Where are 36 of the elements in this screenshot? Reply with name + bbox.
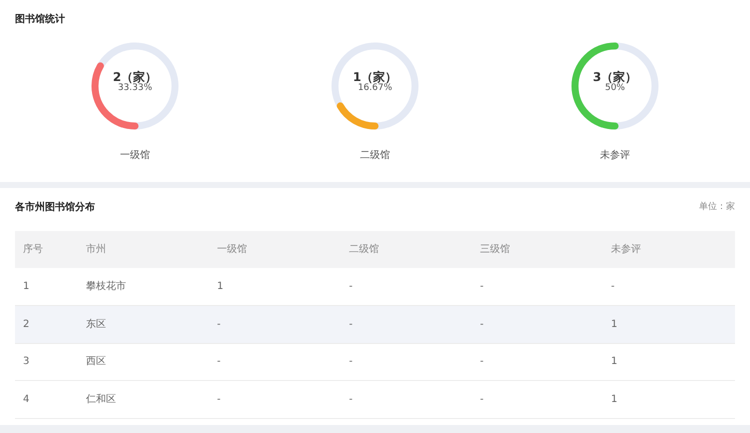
table-cell: -	[341, 380, 472, 418]
section-title: 图书馆统计	[15, 12, 66, 27]
percent-value: 16.67%	[356, 84, 394, 94]
table-cell: 仁和区	[78, 380, 209, 418]
count-value: 2（家）	[112, 71, 158, 84]
gauge-label: 一级馆	[120, 148, 150, 163]
table-cell: -	[472, 380, 603, 418]
count-value: 3（家）	[592, 71, 638, 84]
gauge-label: 未参评	[600, 148, 630, 163]
column-header: 市州	[78, 231, 209, 268]
table-cell: 4	[15, 380, 78, 418]
table-cell: -	[472, 306, 603, 343]
count-value: 1（家）	[352, 71, 398, 84]
table-cell: -	[472, 343, 603, 380]
unit-label: 单位：家	[699, 200, 735, 214]
table-cell: 1	[603, 343, 735, 380]
column-header: 二级馆	[341, 231, 472, 268]
column-header: 一级馆	[209, 231, 341, 268]
table-cell: 2	[15, 306, 78, 343]
gauge-label: 二级馆	[360, 148, 390, 163]
table-cell: 3	[15, 343, 78, 380]
table-cell: 西区	[78, 343, 209, 380]
column-header: 序号	[15, 231, 78, 268]
percent-value: 33.33%	[116, 84, 154, 94]
table-cell: -	[209, 306, 341, 343]
section-title: 各市州图书馆分布	[15, 200, 95, 215]
percent-value: 50%	[604, 84, 625, 94]
table-cell: -	[341, 306, 472, 343]
table-cell: 东区	[78, 306, 209, 343]
table-cell: 1	[603, 380, 735, 418]
column-header: 未参评	[603, 231, 735, 268]
table-cell: 1	[603, 306, 735, 343]
column-header: 三级馆	[472, 231, 603, 268]
table-cell: -	[209, 343, 341, 380]
table-cell: -	[341, 343, 472, 380]
table-cell: -	[209, 380, 341, 418]
